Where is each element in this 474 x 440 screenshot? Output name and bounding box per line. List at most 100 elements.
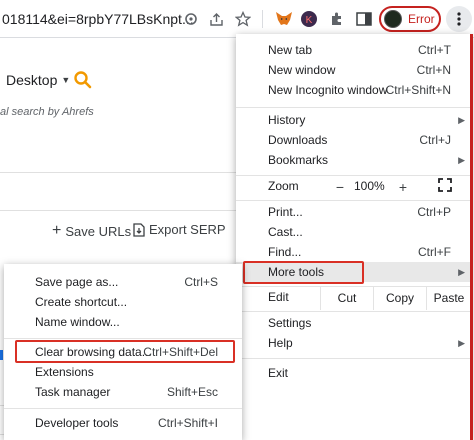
share-icon[interactable] (206, 9, 226, 29)
submenu-item-label: Developer tools (35, 416, 119, 430)
submenu-item-label: Name window... (35, 315, 120, 329)
submenu-arrow-icon: ▶ (458, 154, 465, 165)
submenu-item-shortcut: Ctrl+S (184, 275, 218, 289)
menu-item-label: Print... (268, 205, 303, 219)
google-lens-icon[interactable] (181, 9, 201, 29)
zoom-value: 100% (354, 179, 385, 193)
zoom-in-button[interactable]: + (393, 177, 413, 197)
menu-item-new-window[interactable]: New window Ctrl+N (236, 60, 471, 80)
menu-item-label: Cast... (268, 225, 303, 239)
clear-browsing-data-highlight (15, 340, 235, 363)
menu-item-label: Bookmarks (268, 153, 329, 167)
menu-item-label: Help (268, 336, 293, 350)
submenu-item-shortcut: Ctrl+Shift+I (157, 416, 218, 430)
cut-button[interactable]: Cut (320, 286, 373, 310)
menu-item-shortcut: Ctrl+P (417, 205, 451, 219)
chrome-main-menu: New tab Ctrl+T New window Ctrl+N New Inc… (236, 34, 471, 440)
submenu-arrow-icon: ▶ (458, 337, 465, 348)
menu-item-find[interactable]: Find... Ctrl+F (236, 242, 471, 262)
zoom-out-button[interactable]: − (330, 177, 350, 197)
submenu-item-create-shortcut[interactable]: Create shortcut... (4, 292, 242, 312)
save-urls-label: Save URLs (65, 223, 132, 239)
divider (0, 210, 236, 211)
menu-item-shortcut: Ctrl+N (416, 63, 451, 77)
submenu-item-shortcut: Shift+Esc (166, 385, 218, 399)
export-serp-label: Export SERP (149, 222, 226, 237)
metamask-extension-icon[interactable] (272, 8, 296, 30)
menu-item-label: New tab (268, 43, 313, 57)
submenu-item-extensions[interactable]: Extensions (4, 362, 242, 382)
more-vert-icon (457, 12, 461, 26)
submenu-separator (4, 408, 242, 409)
zoom-row: Zoom − 100% + (236, 175, 471, 199)
submenu-item-label: Save page as... (35, 275, 119, 289)
menu-item-new-tab[interactable]: New tab Ctrl+T (236, 40, 471, 60)
fullscreen-icon[interactable] (438, 178, 452, 192)
menu-item-label: Downloads (268, 133, 328, 147)
submenu-arrow-icon: ▶ (458, 114, 465, 125)
submenu-item-label: Task manager (35, 385, 111, 399)
submenu-item-label: Create shortcut... (35, 295, 128, 309)
menu-item-shortcut: Ctrl+J (419, 133, 451, 147)
page-edge-marker (0, 350, 3, 360)
paste-button[interactable]: Paste (426, 286, 471, 310)
menu-edge-highlight (470, 34, 473, 440)
menu-item-shortcut: Ctrl+Shift+N (385, 83, 451, 97)
copy-button[interactable]: Copy (373, 286, 426, 310)
menu-item-cast[interactable]: Cast... (236, 222, 471, 242)
download-icon (133, 222, 145, 237)
device-select[interactable]: Desktop ▼ (6, 72, 70, 88)
menu-item-label: New Incognito window (268, 83, 388, 97)
edit-row: Edit Cut Copy Paste (236, 286, 471, 310)
menu-item-bookmarks[interactable]: Bookmarks ▶ (236, 150, 471, 170)
extensions-puzzle-icon[interactable] (325, 8, 349, 30)
svg-text:K: K (306, 15, 313, 26)
menu-separator (236, 311, 471, 312)
address-bar-url[interactable]: 018114&ei=8rpbY77LBsKnpt... (2, 11, 194, 27)
submenu-item-save-page[interactable]: Save page as... Ctrl+S (4, 272, 242, 292)
menu-item-downloads[interactable]: Downloads Ctrl+J (236, 130, 471, 150)
menu-separator (236, 358, 471, 359)
bookmark-star-icon[interactable] (233, 9, 253, 29)
menu-separator (236, 107, 471, 108)
zoom-label: Zoom (268, 179, 299, 193)
menu-item-label: History (268, 113, 306, 127)
browser-window: 018114&ei=8rpbY77LBsKnpt... K Error Desk… (0, 0, 474, 440)
submenu-item-label: Extensions (35, 365, 94, 379)
submenu-separator (4, 338, 242, 339)
submenu-item-task-manager[interactable]: Task manager Shift+Esc (4, 382, 242, 402)
menu-item-label: Find... (268, 245, 302, 259)
submenu-arrow-icon: ▶ (458, 266, 465, 277)
profile-error-button[interactable]: Error (379, 6, 441, 32)
menu-item-help[interactable]: Help ▶ (236, 333, 471, 353)
chrome-menu-button[interactable] (446, 6, 472, 32)
export-serp-button[interactable]: Export SERP (133, 222, 226, 237)
more-tools-highlight (243, 261, 364, 284)
k-extension-icon[interactable]: K (297, 8, 321, 30)
search-icon[interactable] (73, 70, 93, 95)
submenu-item-developer-tools[interactable]: Developer tools Ctrl+Shift+I (4, 413, 242, 433)
device-select-value: Desktop (6, 72, 58, 88)
submenu-item-name-window[interactable]: Name window... (4, 312, 242, 332)
profile-avatar (384, 10, 402, 28)
menu-item-print[interactable]: Print... Ctrl+P (236, 202, 471, 222)
toolbar-separator (262, 10, 263, 28)
menu-item-shortcut: Ctrl+F (418, 245, 451, 259)
profile-error-label: Error (408, 12, 435, 26)
menu-separator (236, 200, 471, 201)
menu-item-label: Settings (268, 316, 312, 330)
browser-toolbar: 018114&ei=8rpbY77LBsKnpt... K Error (0, 0, 474, 38)
menu-item-new-incognito[interactable]: New Incognito window Ctrl+Shift+N (236, 80, 471, 100)
menu-item-label: Exit (268, 366, 289, 380)
menu-item-settings[interactable]: Settings (236, 313, 471, 333)
menu-item-history[interactable]: History ▶ (236, 110, 471, 130)
divider (0, 172, 236, 173)
side-panel-icon[interactable] (352, 8, 376, 30)
caret-down-icon: ▼ (61, 75, 71, 85)
plus-icon: + (52, 222, 62, 239)
ahrefs-note: al search by Ahrefs (0, 106, 94, 118)
edit-label: Edit (268, 290, 289, 304)
save-urls-button[interactable]: + Save URLs (52, 222, 131, 240)
menu-item-shortcut: Ctrl+T (418, 43, 451, 57)
menu-item-exit[interactable]: Exit (236, 363, 471, 383)
